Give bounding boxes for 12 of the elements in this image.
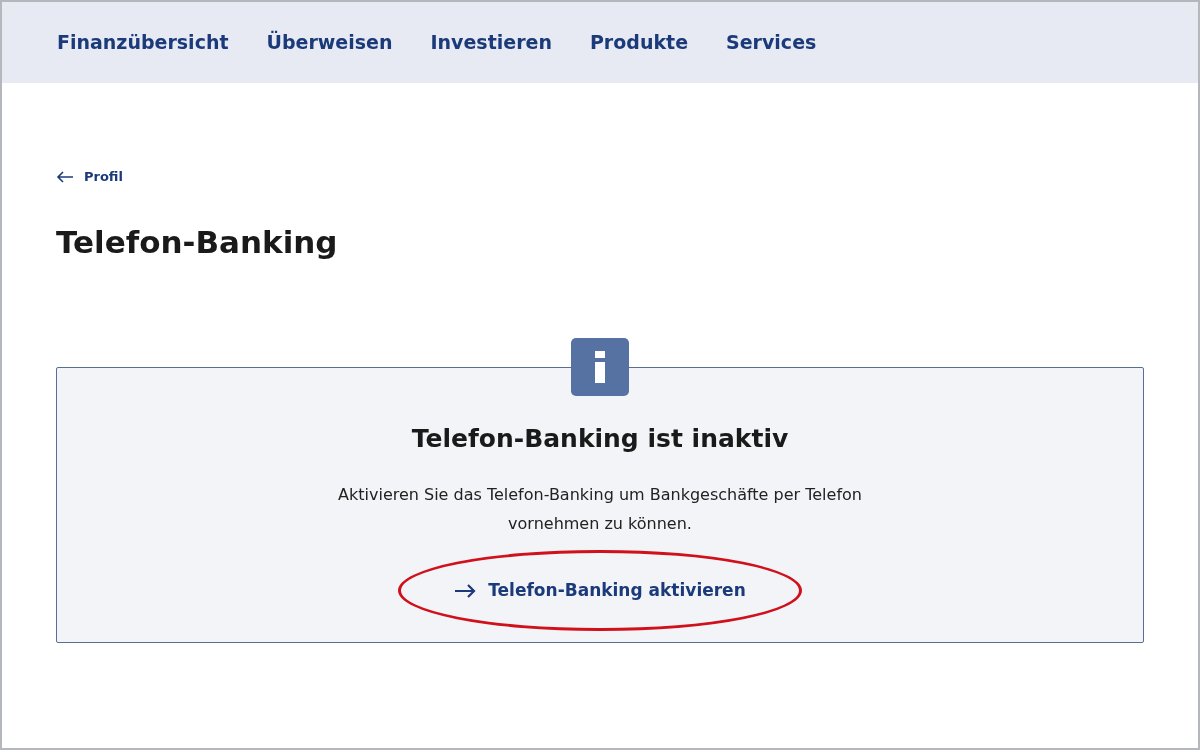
nav-link[interactable]: Überweisen xyxy=(266,28,393,57)
page-title: Telefon-Banking xyxy=(56,222,339,262)
nav-link[interactable]: Produkte xyxy=(589,28,689,57)
nav-link[interactable]: Investieren xyxy=(430,28,552,57)
activate-link[interactable]: Telefon-Banking aktivieren xyxy=(454,577,746,604)
arrow-right-icon xyxy=(454,583,477,598)
info-text: Aktivieren Sie das Telefon-Banking um Bankgeschäfte per Telefon vornehmen zu können. xyxy=(337,483,863,535)
info-heading: Telefon-Banking ist inaktiv xyxy=(411,423,789,456)
arrow-left-icon xyxy=(56,170,74,183)
back-link[interactable]: Profil xyxy=(56,167,123,187)
nav-link[interactable]: Finanzübersicht xyxy=(57,28,229,57)
nav-link[interactable]: Services xyxy=(726,28,817,57)
